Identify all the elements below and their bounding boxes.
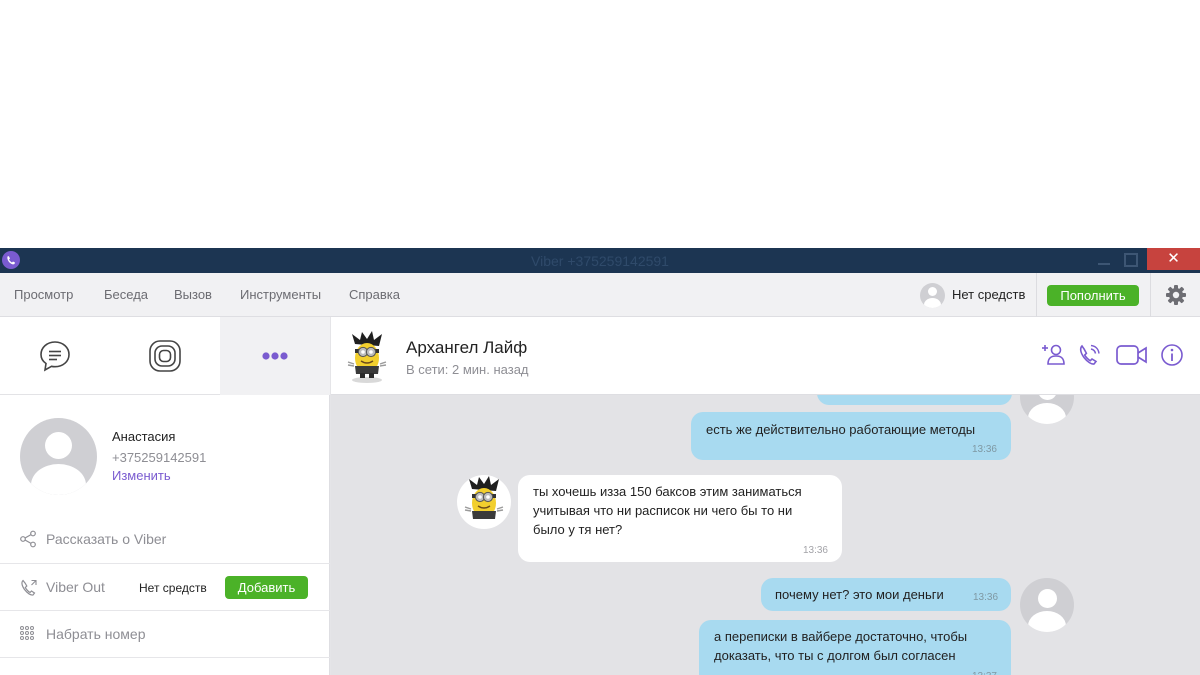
add-credit-button[interactable]: Добавить (225, 576, 308, 599)
topup-button[interactable]: Пополнить (1047, 285, 1139, 306)
viber-window: Viber +375259142591 ✕ Просмотр Беседа Вы… (0, 248, 1200, 675)
message-time: 13:36 (973, 592, 999, 603)
my-avatar (1020, 395, 1074, 424)
menu-help[interactable]: Справка (349, 287, 400, 302)
message-time: 13:36 (971, 444, 997, 455)
chat-bubble-icon (40, 341, 70, 372)
my-avatar (1020, 578, 1074, 632)
window-title: Viber +375259142591 (531, 253, 669, 269)
share-icon (20, 530, 36, 548)
more-dots-icon (262, 352, 288, 360)
call-icon[interactable] (1077, 343, 1101, 367)
contact-name: Архангел Лайф (406, 338, 528, 357)
account-balance[interactable]: Нет средств (952, 287, 1025, 302)
sidebar: Анастасия +375259142591 Изменить Рассказ… (0, 317, 330, 675)
viber-out-phone-icon (21, 579, 37, 596)
menu-conversation[interactable]: Беседа (104, 287, 148, 302)
edit-profile-link[interactable]: Изменить (112, 468, 171, 483)
profile-phone: +375259142591 (112, 450, 207, 465)
contact-last-seen: В сети: 2 мин. назад (406, 362, 529, 377)
chat-header: Архангел Лайф В сети: 2 мин. назад (331, 317, 1200, 395)
message-bubble-outgoing[interactable]: а переписки в вайбере достаточно, чтобы … (699, 620, 1011, 675)
profile-name: Анастасия (112, 429, 176, 444)
info-icon[interactable] (1160, 343, 1184, 367)
keypad-icon (20, 626, 34, 640)
message-list[interactable]: есть же действительно работающие методы … (331, 395, 1200, 675)
message-text: есть же действительно работающие методы (706, 422, 976, 437)
dial-number-row[interactable]: Набрать номер (0, 610, 330, 657)
viber-out-label: Viber Out (46, 579, 105, 595)
contacts-icon (149, 340, 181, 372)
sidebar-row[interactable] (0, 657, 330, 675)
message-bubble-outgoing[interactable]: почему нет? это мои деньги 13:36 (761, 578, 1011, 611)
minimize-button[interactable] (1094, 250, 1114, 270)
tab-more[interactable] (220, 317, 330, 395)
contact-avatar[interactable] (340, 330, 394, 384)
gear-icon[interactable] (1165, 284, 1187, 306)
divider (1150, 273, 1151, 317)
sidebar-tabs (0, 317, 330, 395)
message-text: ты хочешь изза 150 баксов этим заниматьс… (533, 484, 802, 537)
divider (1036, 273, 1037, 317)
message-bubble-incoming[interactable]: ты хочешь изза 150 баксов этим заниматьс… (518, 475, 842, 562)
menu-tools[interactable]: Инструменты (240, 287, 321, 302)
share-viber-row[interactable]: Рассказать о Viber (0, 516, 330, 563)
maximize-button[interactable] (1119, 250, 1139, 270)
account-avatar-icon[interactable] (920, 283, 945, 308)
profile-avatar[interactable] (20, 418, 97, 495)
title-bar: Viber +375259142591 ✕ (0, 248, 1200, 273)
message-time: 13:36 (802, 545, 828, 556)
menu-view[interactable]: Просмотр (14, 287, 73, 302)
close-button[interactable]: ✕ (1147, 248, 1200, 270)
tab-chats[interactable] (0, 317, 110, 395)
viber-out-balance: Нет средств (139, 581, 207, 595)
contact-message-avatar (457, 475, 511, 529)
message-bubble-outgoing[interactable]: есть же действительно работающие методы … (691, 412, 1011, 460)
message-bubble-outgoing[interactable] (817, 395, 1012, 405)
message-time: 13:37 (972, 667, 997, 675)
menu-call[interactable]: Вызов (174, 287, 212, 302)
add-participant-icon[interactable] (1041, 343, 1067, 367)
menu-bar: Просмотр Беседа Вызов Инструменты Справк… (0, 273, 1200, 317)
dial-number-label: Набрать номер (46, 626, 146, 642)
message-text: почему нет? это мои деньги (775, 587, 944, 602)
tab-contacts[interactable] (110, 317, 220, 395)
screenshot-canvas: Viber +375259142591 ✕ Просмотр Беседа Вы… (0, 0, 1200, 675)
viber-out-row[interactable]: Viber Out Нет средств Добавить (0, 563, 330, 610)
share-viber-label: Рассказать о Viber (46, 531, 167, 547)
message-text: а переписки в вайбере достаточно, чтобы … (714, 629, 968, 663)
video-call-icon[interactable] (1115, 343, 1149, 367)
